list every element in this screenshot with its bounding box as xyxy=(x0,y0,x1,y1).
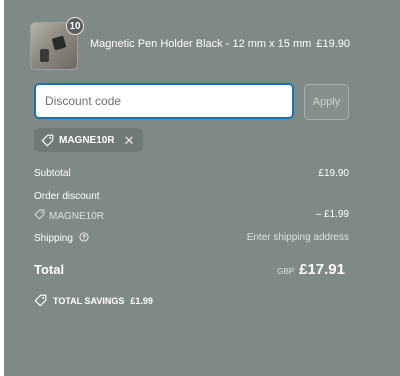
apply-button[interactable]: Apply xyxy=(304,84,349,120)
total-savings: TOTAL SAVINGS £1.99 xyxy=(34,294,153,307)
total-amount: GBP £17.91 xyxy=(277,261,345,278)
subtotal-row: Subtotal £19.90 xyxy=(34,168,349,179)
shipping-row: Shipping Enter shipping address xyxy=(34,232,349,245)
product-name: Magnetic Pen Holder Black - 12 mm x 15 m… xyxy=(90,38,312,50)
discount-code-input[interactable] xyxy=(34,83,294,119)
shipping-label: Shipping xyxy=(34,233,73,245)
applied-discount-code: MAGNE10R xyxy=(59,134,115,146)
order-summary-panel: 10 Magnetic Pen Holder Black - 12 mm x 1… xyxy=(4,0,400,376)
discount-code-label: MAGNE10R xyxy=(49,210,105,222)
order-discount-label: Order discount xyxy=(34,191,100,202)
tag-icon xyxy=(41,134,54,147)
tag-icon xyxy=(34,209,45,223)
quantity-badge: 10 xyxy=(66,17,84,35)
shipping-value: Enter shipping address xyxy=(246,232,349,243)
discount-value: – £1.99 xyxy=(315,209,349,220)
line-item: 10 Magnetic Pen Holder Black - 12 mm x 1… xyxy=(30,17,350,70)
applied-discount-chip: MAGNE10R ✕ xyxy=(34,128,144,152)
subtotal-value: £19.90 xyxy=(318,168,349,179)
tag-icon xyxy=(34,294,47,307)
discount-code-row: MAGNE10R – £1.99 xyxy=(34,209,349,223)
subtotal-label: Subtotal xyxy=(34,168,71,179)
savings-label: TOTAL SAVINGS xyxy=(53,295,125,306)
currency-code: GBP xyxy=(277,267,295,276)
total-label: Total xyxy=(34,262,65,277)
close-icon[interactable]: ✕ xyxy=(124,134,135,147)
total-value: £17.91 xyxy=(299,261,345,278)
order-discount-row: Order discount xyxy=(34,191,349,202)
product-price: £19.90 xyxy=(316,38,350,50)
info-icon[interactable] xyxy=(79,232,89,245)
savings-amount: £1.99 xyxy=(130,295,153,306)
